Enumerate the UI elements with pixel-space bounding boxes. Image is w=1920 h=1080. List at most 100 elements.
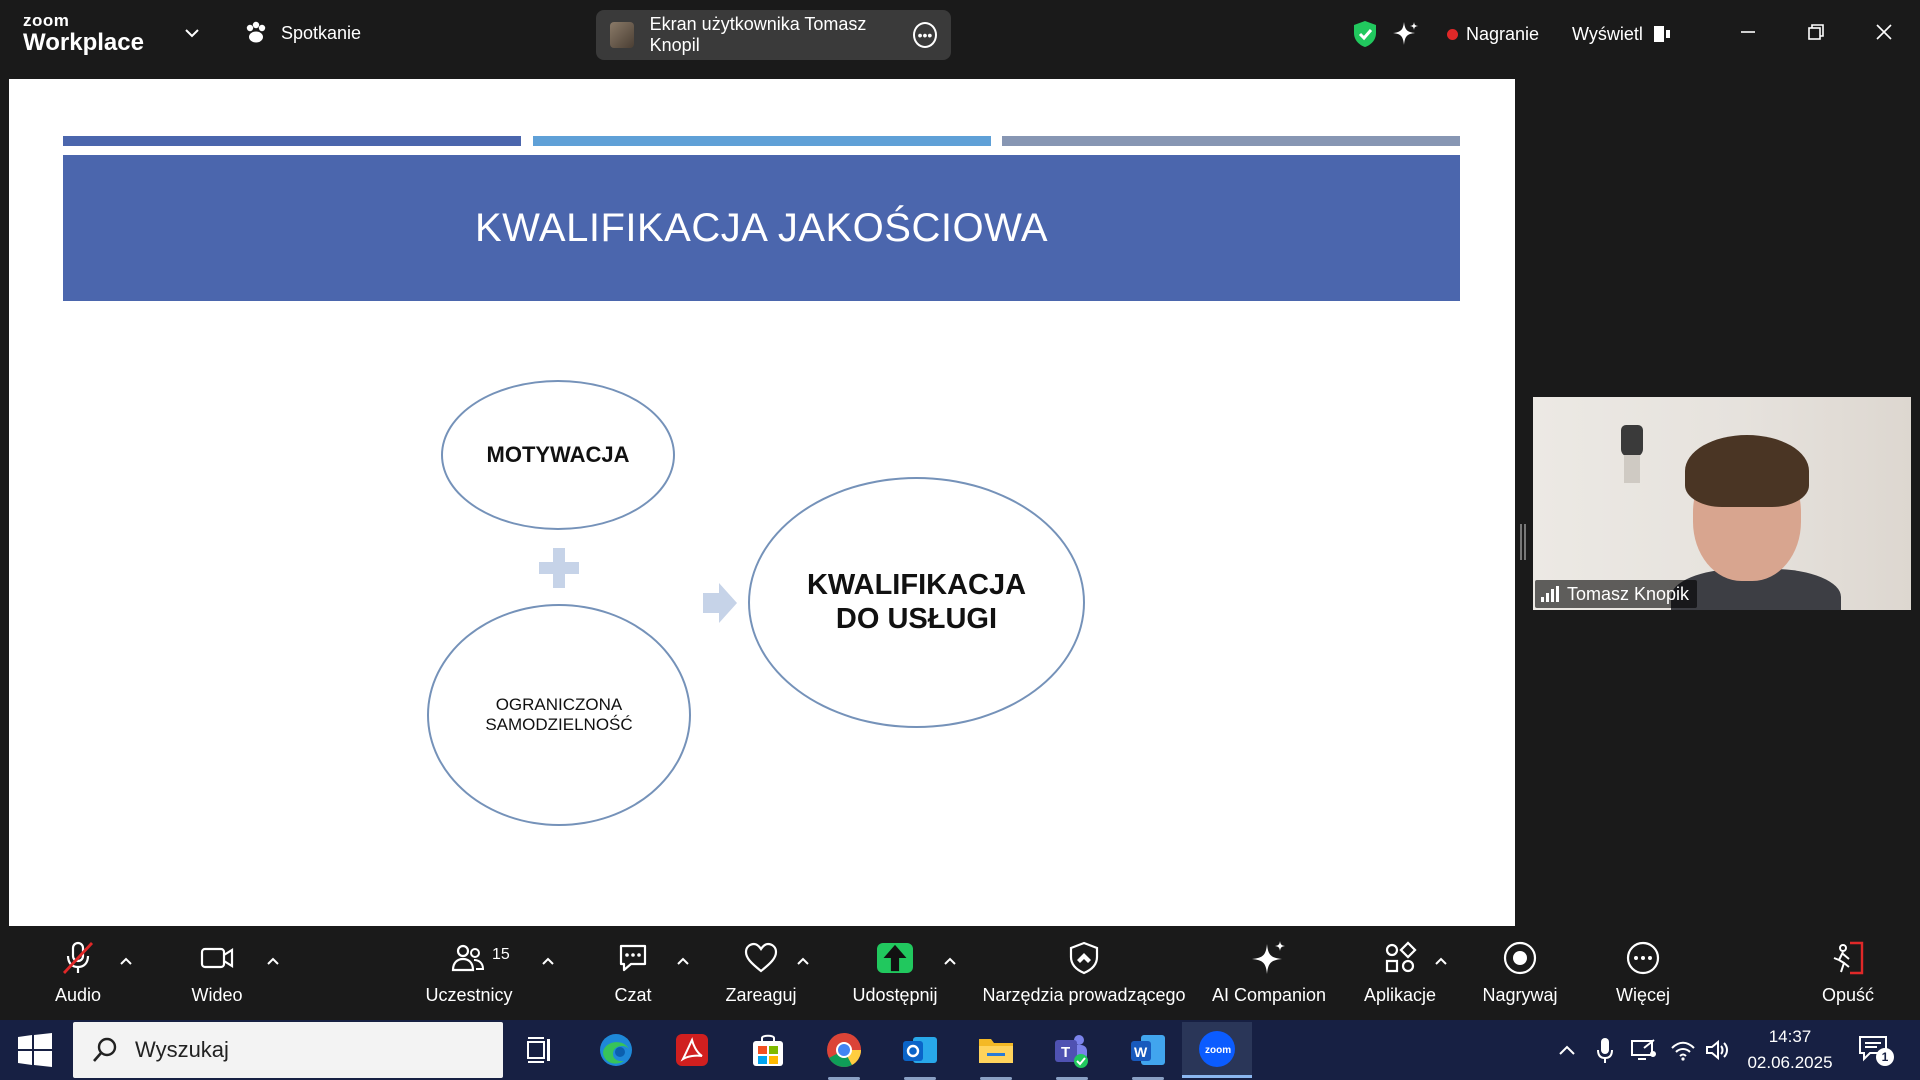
more-options-icon[interactable]: ••• bbox=[912, 22, 937, 48]
participants-button[interactable]: 15 Uczestnicy bbox=[424, 938, 514, 1014]
zoom-app-icon[interactable]: zoom bbox=[1182, 1022, 1252, 1078]
participant-video-tile[interactable]: Tomasz Knopik bbox=[1533, 397, 1911, 610]
taskbar-search-input[interactable]: Wyszukaj bbox=[73, 1022, 503, 1078]
tray-overflow-chevron-icon[interactable] bbox=[1556, 1034, 1578, 1066]
record-button[interactable]: Nagrywaj bbox=[1478, 938, 1562, 1014]
apps-label: Aplikacje bbox=[1363, 985, 1437, 1005]
outlook-icon[interactable] bbox=[898, 1028, 942, 1080]
tray-volume-icon[interactable] bbox=[1704, 1034, 1730, 1066]
chrome-browser-icon[interactable] bbox=[822, 1028, 866, 1080]
teams-icon[interactable]: T bbox=[1050, 1028, 1094, 1080]
title-bar: zoom Workplace Spotkanie Ekran użytkowni… bbox=[0, 0, 1920, 68]
chat-options-caret-icon[interactable] bbox=[676, 954, 690, 968]
host-tools-label: Narzędzia prowadzącego bbox=[982, 985, 1186, 1005]
video-camera-icon bbox=[200, 947, 234, 969]
ai-sparkle-icon bbox=[1252, 941, 1285, 974]
tray-display-icon[interactable] bbox=[1630, 1034, 1658, 1066]
node-kwalifikacja-line2: DO USŁUGI bbox=[835, 602, 998, 635]
search-icon bbox=[93, 1037, 117, 1062]
acrobat-reader-icon[interactable] bbox=[670, 1028, 714, 1072]
video-options-caret-icon[interactable] bbox=[266, 954, 280, 968]
edge-browser-icon[interactable] bbox=[594, 1028, 638, 1072]
participants-count: 15 bbox=[492, 946, 510, 963]
svg-text:zoom: zoom bbox=[1205, 1045, 1231, 1056]
slide-top-bar-1 bbox=[63, 136, 521, 146]
react-options-caret-icon[interactable] bbox=[796, 954, 810, 968]
screen-share-label: Ekran użytkownika Tomasz Knopil bbox=[649, 14, 867, 55]
slide-header: KWALIFIKACJA JAKOŚCIOWA bbox=[63, 155, 1460, 301]
heart-icon bbox=[744, 942, 778, 973]
taskbar-clock[interactable]: 14:37 02.06.2025 bbox=[1740, 1024, 1840, 1076]
recording-indicator[interactable]: Nagranie bbox=[1447, 16, 1539, 52]
svg-text:W: W bbox=[1134, 1044, 1148, 1060]
windows-start-icon[interactable] bbox=[16, 1033, 54, 1067]
microsoft-store-icon[interactable] bbox=[746, 1028, 790, 1072]
participant-name-label: Tomasz Knopik bbox=[1535, 580, 1698, 608]
close-button[interactable] bbox=[1864, 14, 1904, 50]
host-tools-button[interactable]: Narzędzia prowadzącego bbox=[980, 938, 1188, 1014]
audio-label: Audio bbox=[54, 985, 102, 1005]
camera-mount-image bbox=[1624, 455, 1640, 483]
participants-options-caret-icon[interactable] bbox=[541, 954, 555, 968]
minimize-icon bbox=[1741, 31, 1755, 33]
brand-main: Workplace bbox=[23, 29, 144, 56]
tray-microphone-icon[interactable] bbox=[1596, 1034, 1614, 1066]
apps-options-caret-icon[interactable] bbox=[1434, 954, 1448, 968]
search-placeholder: Wyszukaj bbox=[135, 1037, 229, 1062]
share-screen-button[interactable]: Udostępnij bbox=[846, 938, 944, 1014]
react-label: Zareaguj bbox=[725, 985, 797, 1005]
share-options-caret-icon[interactable] bbox=[943, 954, 957, 968]
audio-options-caret-icon[interactable] bbox=[119, 954, 133, 968]
chevron-down-icon[interactable] bbox=[183, 24, 201, 42]
react-button[interactable]: Zareaguj bbox=[722, 938, 800, 1014]
slide-top-bar-3 bbox=[1002, 136, 1460, 146]
brand-small: zoom bbox=[23, 11, 70, 30]
notification-count-badge: 1 bbox=[1876, 1048, 1894, 1066]
notification-center-button[interactable]: 1 bbox=[1858, 1034, 1894, 1066]
node-ograniczona-samodzielnosc: OGRANICZONA SAMODZIELNOŚĆ bbox=[427, 604, 691, 826]
restore-button[interactable] bbox=[1796, 14, 1836, 50]
leave-button[interactable]: Opuść bbox=[1822, 938, 1874, 1014]
people-paw-icon bbox=[246, 21, 266, 43]
tray-wifi-icon[interactable] bbox=[1670, 1034, 1696, 1066]
file-explorer-icon[interactable] bbox=[974, 1028, 1018, 1080]
task-view-icon[interactable] bbox=[518, 1028, 562, 1072]
mic-muted-icon bbox=[62, 941, 94, 974]
participants-label: Uczestnicy bbox=[425, 985, 513, 1005]
video-button[interactable]: Wideo bbox=[188, 938, 246, 1014]
plus-icon bbox=[539, 548, 579, 588]
host-shield-icon bbox=[1069, 941, 1099, 975]
chat-button[interactable]: Czat bbox=[612, 938, 654, 1014]
person-hair-image bbox=[1685, 435, 1809, 507]
screen-share-pill[interactable]: Ekran użytkownika Tomasz Knopil ••• bbox=[596, 10, 951, 60]
video-label: Wideo bbox=[191, 985, 243, 1005]
view-label: Wyświetl bbox=[1572, 23, 1643, 44]
layout-icon bbox=[1653, 26, 1670, 42]
share-arrow-icon bbox=[877, 943, 913, 973]
panel-splitter-handle[interactable] bbox=[1520, 524, 1526, 560]
camera-device-image bbox=[1621, 425, 1643, 457]
meeting-menu[interactable]: Spotkanie bbox=[243, 20, 361, 46]
more-button[interactable]: Więcej bbox=[1614, 938, 1672, 1014]
audio-button[interactable]: Audio bbox=[50, 938, 106, 1014]
ai-companion-button[interactable]: AI Companion bbox=[1208, 938, 1330, 1014]
node-motywacja: MOTYWACJA bbox=[441, 380, 675, 530]
security-shield-icon[interactable] bbox=[1352, 16, 1378, 52]
record-icon bbox=[1503, 941, 1537, 975]
restore-icon bbox=[1808, 24, 1824, 40]
word-icon[interactable]: W bbox=[1126, 1028, 1170, 1080]
minimize-button[interactable] bbox=[1728, 14, 1768, 50]
participant-name: Tomasz Knopik bbox=[1567, 583, 1690, 604]
more-label: Więcej bbox=[1615, 985, 1670, 1005]
view-menu[interactable]: Wyświetl bbox=[1572, 16, 1671, 52]
node-kwalifikacja-do-uslugi: KWALIFIKACJA DO USŁUGI bbox=[748, 477, 1085, 728]
more-dots-icon bbox=[1626, 941, 1660, 975]
connection-signal-icon bbox=[1541, 586, 1559, 602]
chat-bubble-icon bbox=[619, 944, 647, 972]
apps-button[interactable]: Aplikacje bbox=[1360, 938, 1440, 1014]
windows-taskbar: Wyszukaj T W zoom 14:37 02.06.2025 1 bbox=[0, 1020, 1920, 1080]
meeting-label: Spotkanie bbox=[281, 22, 362, 43]
leave-door-icon bbox=[1833, 941, 1864, 975]
close-icon bbox=[1876, 24, 1892, 40]
ai-sparkle-icon[interactable] bbox=[1392, 16, 1420, 52]
